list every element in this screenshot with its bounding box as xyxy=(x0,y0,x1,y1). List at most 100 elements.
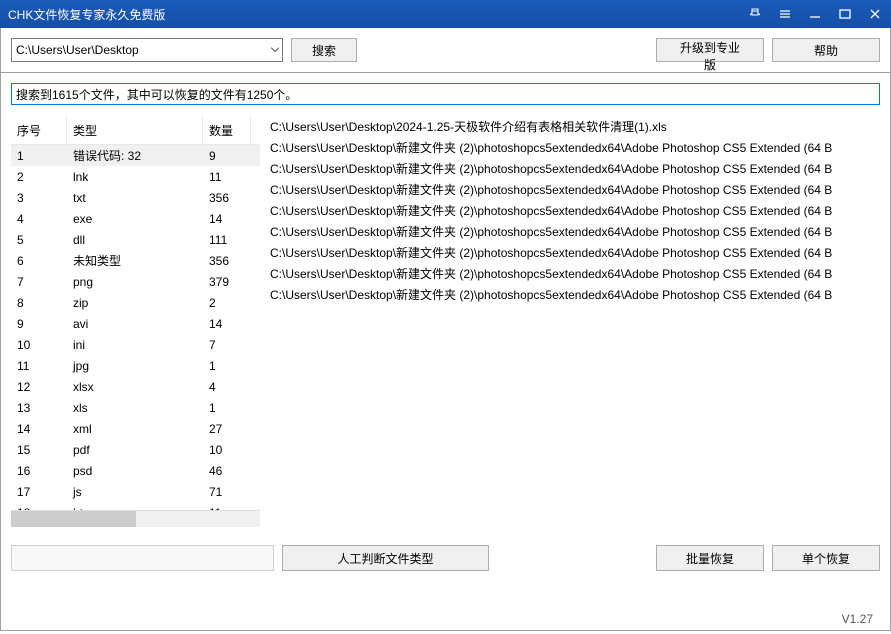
status-text[interactable] xyxy=(11,83,880,105)
table-row[interactable]: 3txt356 xyxy=(11,187,260,208)
cell-num: 3 xyxy=(11,191,67,205)
content-area: 序号 类型 数量 1错误代码: 3292lnk113txt3564exe145d… xyxy=(0,73,891,631)
cell-num: 1 xyxy=(11,149,67,163)
table-row[interactable]: 11jpg1 xyxy=(11,355,260,376)
cell-num: 10 xyxy=(11,338,67,352)
titlebar: CHK文件恢复专家永久免费版 xyxy=(0,0,891,28)
cell-count: 7 xyxy=(203,338,251,352)
list-item[interactable]: C:\Users\User\Desktop\新建文件夹 (2)\photosho… xyxy=(268,180,880,201)
table-row[interactable]: 9avi14 xyxy=(11,313,260,334)
table-row[interactable]: 13xls1 xyxy=(11,397,260,418)
cell-count: 356 xyxy=(203,191,251,205)
list-item[interactable]: C:\Users\User\Desktop\新建文件夹 (2)\photosho… xyxy=(268,243,880,264)
cell-num: 6 xyxy=(11,254,67,268)
cell-type: lnk xyxy=(67,170,203,184)
minimize-icon[interactable] xyxy=(807,6,823,22)
list-item[interactable]: C:\Users\User\Desktop\新建文件夹 (2)\photosho… xyxy=(268,159,880,180)
cell-type: psd xyxy=(67,464,203,478)
table-row[interactable]: 10ini7 xyxy=(11,334,260,355)
version-label: V1.27 xyxy=(842,612,873,626)
cell-count: 9 xyxy=(203,149,251,163)
table-row[interactable]: 8zip2 xyxy=(11,292,260,313)
cell-num: 2 xyxy=(11,170,67,184)
cell-type: xls xyxy=(67,401,203,415)
col-header-count[interactable]: 数量 xyxy=(203,117,251,144)
table-row[interactable]: 15pdf10 xyxy=(11,439,260,460)
cell-type: js xyxy=(67,485,203,499)
cell-num: 9 xyxy=(11,317,67,331)
bottom-buttons: 人工判断文件类型 批量恢复 单个恢复 xyxy=(11,545,880,571)
cell-count: 14 xyxy=(203,317,251,331)
cell-count: 46 xyxy=(203,464,251,478)
toolbar: 搜索 升级到专业版 帮助 xyxy=(0,28,891,73)
list-item[interactable]: C:\Users\User\Desktop\2024-1.25-天极软件介绍有表… xyxy=(268,117,880,138)
cell-type: jpg xyxy=(67,359,203,373)
cell-num: 17 xyxy=(11,485,67,499)
list-item[interactable]: C:\Users\User\Desktop\新建文件夹 (2)\photosho… xyxy=(268,201,880,222)
table-row[interactable]: 6未知类型356 xyxy=(11,250,260,271)
cell-count: 11 xyxy=(203,170,251,184)
cell-num: 12 xyxy=(11,380,67,394)
list-item[interactable]: C:\Users\User\Desktop\新建文件夹 (2)\photosho… xyxy=(268,264,880,285)
cell-num: 14 xyxy=(11,422,67,436)
cell-count: 1 xyxy=(203,401,251,415)
window-controls xyxy=(747,6,883,22)
list-item[interactable]: C:\Users\User\Desktop\新建文件夹 (2)\photosho… xyxy=(268,285,880,306)
table-row[interactable]: 16psd46 xyxy=(11,460,260,481)
file-list[interactable]: C:\Users\User\Desktop\2024-1.25-天极软件介绍有表… xyxy=(268,117,880,527)
cell-num: 13 xyxy=(11,401,67,415)
cell-type: xml xyxy=(67,422,203,436)
path-input[interactable] xyxy=(11,38,283,62)
cell-type: avi xyxy=(67,317,203,331)
cell-count: 4 xyxy=(203,380,251,394)
cell-type: 错误代码: 32 xyxy=(67,147,203,164)
cell-type: zip xyxy=(67,296,203,310)
cell-count: 27 xyxy=(203,422,251,436)
cell-num: 8 xyxy=(11,296,67,310)
table-row[interactable]: 12xlsx4 xyxy=(11,376,260,397)
cell-type: 未知类型 xyxy=(67,252,203,269)
type-table: 序号 类型 数量 1错误代码: 3292lnk113txt3564exe145d… xyxy=(11,117,260,527)
theme-icon[interactable] xyxy=(747,6,763,22)
cell-type: txt xyxy=(67,191,203,205)
cell-count: 379 xyxy=(203,275,251,289)
help-button[interactable]: 帮助 xyxy=(772,38,880,62)
table-header: 序号 类型 数量 xyxy=(11,117,260,145)
table-row[interactable]: 7png379 xyxy=(11,271,260,292)
table-row[interactable]: 1错误代码: 329 xyxy=(11,145,260,166)
cell-num: 15 xyxy=(11,443,67,457)
table-row[interactable]: 14xml27 xyxy=(11,418,260,439)
upgrade-button[interactable]: 升级到专业版 xyxy=(656,38,764,62)
table-row[interactable]: 5dll111 xyxy=(11,229,260,250)
maximize-icon[interactable] xyxy=(837,6,853,22)
batch-recover-button[interactable]: 批量恢复 xyxy=(656,545,764,571)
list-item[interactable]: C:\Users\User\Desktop\新建文件夹 (2)\photosho… xyxy=(268,222,880,243)
menu-icon[interactable] xyxy=(777,6,793,22)
cell-count: 2 xyxy=(203,296,251,310)
cell-count: 356 xyxy=(203,254,251,268)
cell-count: 14 xyxy=(203,212,251,226)
close-icon[interactable] xyxy=(867,6,883,22)
horizontal-scrollbar[interactable] xyxy=(11,510,260,527)
table-row[interactable]: 17js71 xyxy=(11,481,260,502)
cell-num: 16 xyxy=(11,464,67,478)
col-header-type[interactable]: 类型 xyxy=(67,117,203,144)
list-item[interactable]: C:\Users\User\Desktop\新建文件夹 (2)\photosho… xyxy=(268,138,880,159)
cell-num: 4 xyxy=(11,212,67,226)
cell-type: dll xyxy=(67,233,203,247)
cell-type: exe xyxy=(67,212,203,226)
table-row[interactable]: 2lnk11 xyxy=(11,166,260,187)
cell-type: pdf xyxy=(67,443,203,457)
col-header-num[interactable]: 序号 xyxy=(11,117,67,144)
cell-num: 5 xyxy=(11,233,67,247)
cell-count: 111 xyxy=(203,233,251,247)
cell-count: 10 xyxy=(203,443,251,457)
app-title: CHK文件恢复专家永久免费版 xyxy=(8,6,747,23)
cell-num: 11 xyxy=(11,359,67,373)
cell-count: 71 xyxy=(203,485,251,499)
judge-type-button[interactable]: 人工判断文件类型 xyxy=(282,545,489,571)
single-recover-button[interactable]: 单个恢复 xyxy=(772,545,880,571)
search-button[interactable]: 搜索 xyxy=(291,38,357,62)
cell-type: png xyxy=(67,275,203,289)
table-row[interactable]: 4exe14 xyxy=(11,208,260,229)
